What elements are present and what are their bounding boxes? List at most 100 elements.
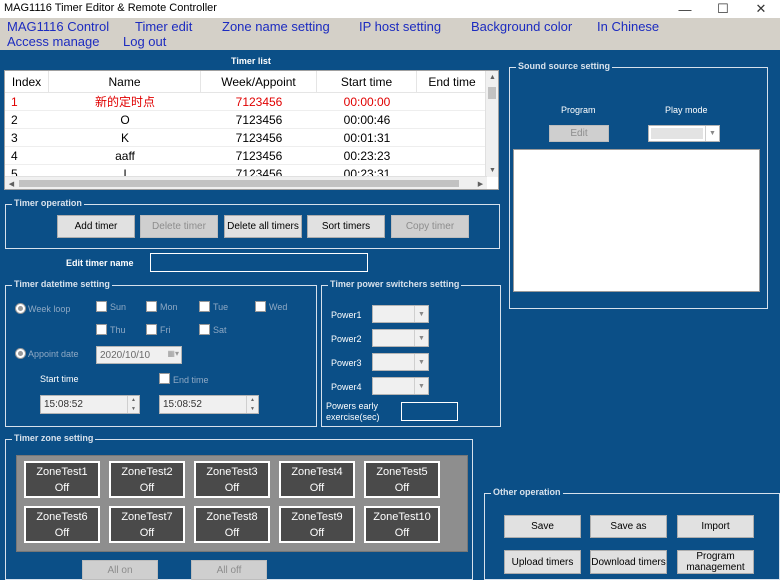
zone-button-10[interactable]: ZoneTest10 Off <box>364 506 440 543</box>
minimize-icon[interactable]: — <box>668 0 702 18</box>
download-timers-button[interactable]: Download timers <box>590 550 667 574</box>
sat-checkbox[interactable] <box>199 324 210 335</box>
menu-zone-name-setting[interactable]: Zone name setting <box>222 19 330 34</box>
zone-name: ZoneTest7 <box>121 511 173 523</box>
menu-in-chinese[interactable]: In Chinese <box>597 19 659 34</box>
fri-label: Fri <box>160 325 171 335</box>
appoint-date-value: 2020/10/10 <box>100 349 151 361</box>
scroll-up-icon[interactable]: ▲ <box>486 71 498 84</box>
chevron-down-icon: ▼ <box>414 378 428 394</box>
play-mode-value <box>651 128 703 139</box>
save-as-button[interactable]: Save as <box>590 515 667 538</box>
all-off-button[interactable]: All off <box>191 560 267 580</box>
program-list[interactable] <box>513 149 760 292</box>
delete-timer-button[interactable]: Delete timer <box>140 215 218 238</box>
menu-timer-edit[interactable]: Timer edit <box>135 19 192 34</box>
zone-button-6[interactable]: ZoneTest6 Off <box>24 506 100 543</box>
zone-state: Off <box>139 482 155 494</box>
scroll-right-icon[interactable]: ▶ <box>474 177 487 189</box>
power2-select[interactable]: ▼ <box>372 329 429 347</box>
timer-list-table[interactable]: Index Name Week/Appoint Start time End t… <box>4 70 499 190</box>
mon-checkbox[interactable] <box>146 301 157 312</box>
zone-button-8[interactable]: ZoneTest8 Off <box>194 506 270 543</box>
sun-checkbox[interactable] <box>96 301 107 312</box>
horizontal-scrollbar[interactable]: ◀ ▶ <box>5 176 487 189</box>
column-header-start-time[interactable]: Start time <box>317 71 417 92</box>
week-loop-label: Week loop <box>28 304 71 314</box>
power4-select[interactable]: ▼ <box>372 377 429 395</box>
column-header-week-appoint[interactable]: Week/Appoint <box>201 71 317 92</box>
scroll-down-icon[interactable]: ▼ <box>486 164 498 177</box>
table-row[interactable]: 3 K 7123456 00:01:31 <box>5 129 487 147</box>
table-row[interactable]: 2 O 7123456 00:00:46 <box>5 111 487 129</box>
table-row[interactable]: 1 新的定时点 7123456 00:00:00 <box>5 93 487 111</box>
cell-week-appoint: 7123456 <box>235 148 283 163</box>
play-mode-label: Play mode <box>665 105 708 115</box>
add-timer-button[interactable]: Add timer <box>57 215 135 238</box>
copy-timer-button[interactable]: Copy timer <box>391 215 469 238</box>
close-icon[interactable]: ✕ <box>744 0 778 18</box>
menu-log-out[interactable]: Log out <box>123 34 166 49</box>
zone-state: Off <box>224 482 240 494</box>
zone-state: Off <box>224 527 240 539</box>
program-management-button[interactable]: Program management <box>677 550 754 574</box>
vertical-scrollbar[interactable]: ▲ ▼ <box>485 71 498 177</box>
end-time-input[interactable]: 15:08:52 ▲ ▼ <box>159 395 259 414</box>
power-switchers-title: Timer power switchers setting <box>328 279 462 289</box>
upload-timers-button[interactable]: Upload timers <box>504 550 581 574</box>
menu-bar: MAG1116 Control Timer edit Zone name set… <box>0 18 780 50</box>
save-button[interactable]: Save <box>504 515 581 538</box>
menu-ip-host-setting[interactable]: IP host setting <box>359 19 441 34</box>
table-row[interactable]: 4 aaff 7123456 00:23:23 <box>5 147 487 165</box>
scroll-thumb[interactable] <box>488 87 496 99</box>
scroll-thumb[interactable] <box>19 180 459 187</box>
play-mode-select[interactable]: ▼ <box>648 125 720 142</box>
sound-edit-button[interactable]: Edit <box>549 125 609 142</box>
cell-name: 新的定时点 <box>94 95 155 109</box>
zone-button-3[interactable]: ZoneTest3 Off <box>194 461 270 498</box>
column-header-name[interactable]: Name <box>49 71 201 92</box>
zone-button-9[interactable]: ZoneTest9 Off <box>279 506 355 543</box>
wed-checkbox[interactable] <box>255 301 266 312</box>
zone-button-4[interactable]: ZoneTest4 Off <box>279 461 355 498</box>
title-bar: MAG1116 Timer Editor & Remote Controller… <box>0 0 780 18</box>
zone-state: Off <box>394 527 410 539</box>
timer-datetime-title: Timer datetime setting <box>12 279 112 289</box>
zone-button-7[interactable]: ZoneTest7 Off <box>109 506 185 543</box>
thu-checkbox[interactable] <box>96 324 107 335</box>
end-time-spinner[interactable]: ▲ ▼ <box>246 396 258 413</box>
menu-mag1116-control[interactable]: MAG1116 Control <box>7 19 109 34</box>
menu-background-color[interactable]: Background color <box>471 19 572 34</box>
import-button[interactable]: Import <box>677 515 754 538</box>
powers-early-input[interactable] <box>401 402 458 421</box>
zone-button-1[interactable]: ZoneTest1 Off <box>24 461 100 498</box>
cell-week-appoint: 7123456 <box>235 94 283 109</box>
tue-checkbox[interactable] <box>199 301 210 312</box>
power1-select[interactable]: ▼ <box>372 305 429 323</box>
zone-button-2[interactable]: ZoneTest2 Off <box>109 461 185 498</box>
main-panel: Timer list Index Name Week/Appoint Start… <box>0 50 780 580</box>
all-on-button[interactable]: All on <box>82 560 158 580</box>
chevron-down-icon: ▼ <box>705 126 719 141</box>
scroll-left-icon[interactable]: ◀ <box>5 177 18 189</box>
edit-timer-name-input[interactable] <box>150 253 368 272</box>
end-time-checkbox[interactable] <box>159 373 170 384</box>
delete-all-timers-button[interactable]: Delete all timers <box>224 215 302 238</box>
power3-select[interactable]: ▼ <box>372 353 429 371</box>
menu-access-manage[interactable]: Access manage <box>7 34 100 49</box>
column-header-end-time[interactable]: End time <box>417 71 487 92</box>
week-loop-radio[interactable] <box>15 303 26 314</box>
fri-checkbox[interactable] <box>146 324 157 335</box>
start-time-spinner[interactable]: ▲ ▼ <box>127 396 139 413</box>
maximize-icon[interactable]: ☐ <box>706 0 740 18</box>
calendar-icon[interactable]: ▦▾ <box>167 349 179 358</box>
appoint-date-radio[interactable] <box>15 348 26 359</box>
sun-label: Sun <box>110 302 127 312</box>
appoint-date-label: Appoint date <box>28 349 79 359</box>
appoint-date-picker[interactable]: 2020/10/10 ▦▾ <box>96 346 182 364</box>
start-time-input[interactable]: 15:08:52 ▲ ▼ <box>40 395 140 414</box>
column-header-index[interactable]: Index <box>5 71 49 92</box>
sort-timers-button[interactable]: Sort timers <box>307 215 385 238</box>
zone-button-5[interactable]: ZoneTest5 Off <box>364 461 440 498</box>
cell-index: 1 <box>11 94 18 109</box>
